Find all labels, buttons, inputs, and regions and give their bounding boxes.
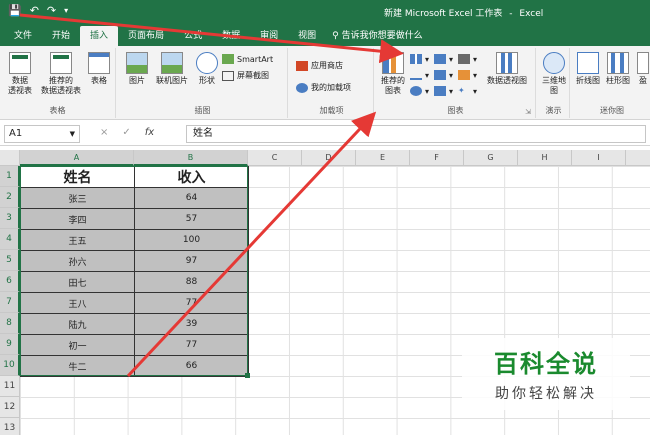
watermark-subtitle: 助你轻松解决 <box>495 386 597 402</box>
arrow-to-charts-bottom <box>126 111 377 378</box>
watermark-title: 百科全说 <box>494 350 598 378</box>
arrow-to-charts-top <box>19 13 404 64</box>
watermark-logo: 百科全说 助你轻松解决 <box>462 338 630 410</box>
